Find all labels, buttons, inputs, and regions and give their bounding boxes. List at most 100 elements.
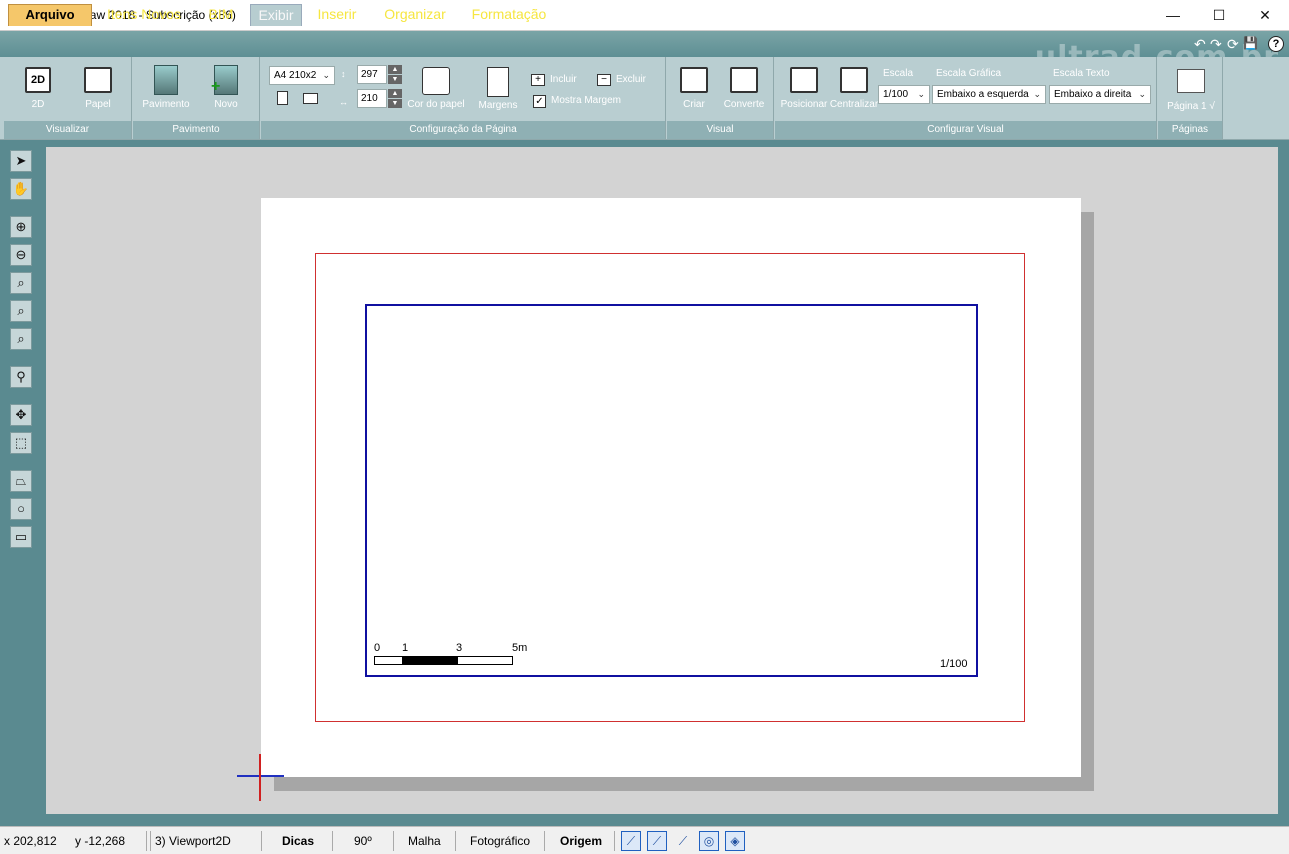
zoom-page-icon[interactable]: ⌕ — [10, 328, 32, 350]
margens-label: Margens — [478, 100, 518, 111]
maximize-button[interactable]: ☐ — [1196, 0, 1242, 31]
landscape-icon[interactable] — [303, 93, 318, 104]
scale-tick-3: 3 — [456, 642, 463, 654]
paper-size-select[interactable]: A4 210x2 ⌄ — [269, 66, 335, 85]
angle-toggle[interactable]: 90º — [354, 834, 372, 848]
excluir-button[interactable]: Excluir — [616, 74, 646, 85]
scale-bar-fill — [402, 657, 458, 664]
tab-formatacao[interactable]: Formatação — [466, 4, 552, 26]
save-icon[interactable]: 💾 — [1243, 36, 1258, 50]
chevron-down-icon: ⌄ — [322, 70, 330, 80]
height-down-button[interactable]: ▼ — [388, 75, 402, 84]
view-2d-button[interactable]: 2D 2D — [18, 67, 58, 110]
move-icon[interactable]: ✥ — [10, 404, 32, 426]
tab-organizar[interactable]: Organizar — [376, 4, 454, 26]
width-down-button[interactable]: ▼ — [388, 99, 402, 108]
tab-inserir[interactable]: Inserir — [310, 4, 364, 26]
position-icon — [790, 67, 818, 93]
zoom-in-icon[interactable]: ⊕ — [10, 216, 32, 238]
snap-center-icon[interactable]: ◎ — [699, 831, 719, 851]
pan-hand-icon[interactable]: ✋ — [10, 178, 32, 200]
criar-label: Criar — [683, 99, 705, 110]
status-divider — [393, 831, 394, 851]
posicionar-button[interactable]: Posicionar — [779, 67, 829, 110]
centralizar-button[interactable]: Centralizar — [829, 67, 879, 110]
help-icon[interactable]: ? — [1268, 36, 1284, 52]
pagina-button[interactable]: Página 1 √ — [1162, 69, 1220, 112]
tab-arquivo[interactable]: Arquivo — [8, 4, 92, 26]
minimize-button[interactable]: — — [1150, 0, 1196, 31]
centralizar-label: Centralizar — [829, 99, 879, 110]
redo-icon[interactable]: ↷ — [1210, 36, 1222, 53]
create-viewport-icon — [680, 67, 708, 93]
refresh-icon[interactable]: ⟳ — [1227, 36, 1239, 53]
margens-button[interactable]: Margens — [475, 67, 521, 111]
escala-texto-value: Embaixo a direita — [1054, 89, 1132, 100]
view-paper-button[interactable]: Papel — [78, 67, 118, 110]
status-x-coord: x 202,812 — [4, 834, 57, 848]
status-divider — [544, 831, 545, 851]
portrait-icon[interactable] — [277, 91, 288, 105]
status-bar: x 202,812 y -12,268 3) Viewport2D Dicas … — [0, 826, 1289, 854]
status-viewport[interactable]: 3) Viewport2D — [155, 834, 231, 848]
viewport-frame[interactable] — [365, 304, 978, 677]
select-area-icon[interactable]: ⬚ — [10, 432, 32, 454]
tab-exibir[interactable]: Exibir — [250, 4, 302, 26]
criar-button[interactable]: Criar — [673, 67, 715, 110]
snap-perpendicular-icon[interactable]: ⟋ — [673, 831, 693, 851]
add-page-icon[interactable]: + — [531, 74, 545, 86]
2d-icon: 2D — [25, 67, 51, 93]
escala-texto-select[interactable]: Embaixo a direita ⌄ — [1049, 85, 1151, 104]
cor-papel-button[interactable]: Cor do papel — [405, 67, 467, 110]
ribbon: 2D 2D Papel Visualizar Pavimento + Novo … — [0, 57, 1289, 140]
status-divider — [146, 831, 147, 851]
dicas-toggle[interactable]: Dicas — [282, 834, 314, 848]
center-icon — [840, 67, 868, 93]
status-divider — [455, 831, 456, 851]
close-button[interactable]: ✕ — [1242, 0, 1288, 31]
snap-quadrant-icon[interactable]: ◈ — [725, 831, 745, 851]
novo-pavimento-button[interactable]: + Novo — [205, 65, 247, 110]
group-label-pavimento: Pavimento — [133, 121, 259, 139]
circle-icon[interactable]: ○ — [10, 498, 32, 520]
escala-grafica-select[interactable]: Embaixo a esquerda ⌄ — [932, 85, 1046, 104]
scale-bar-tick — [457, 657, 458, 664]
scale-tick-5m: 5m — [512, 642, 528, 654]
pavimento-label: Pavimento — [142, 99, 190, 110]
undo-icon[interactable]: ↶ — [1194, 36, 1206, 53]
malha-toggle[interactable]: Malha — [408, 834, 441, 848]
status-divider — [150, 831, 151, 851]
zoom-out-icon[interactable]: ⊖ — [10, 244, 32, 266]
select-arrow-icon[interactable]: ➤ — [10, 150, 32, 172]
cor-papel-label: Cor do papel — [407, 99, 465, 110]
measure-icon[interactable]: ⚲ — [10, 366, 32, 388]
group-label-configurar-visual: Configurar Visual — [775, 121, 1156, 139]
zoom-window-icon[interactable]: ⌕ — [10, 272, 32, 294]
pavimento-button[interactable]: Pavimento — [141, 65, 191, 110]
status-divider — [332, 831, 333, 851]
origem-toggle[interactable]: Origem — [560, 834, 602, 848]
zoom-extents-icon[interactable]: ⌕ — [10, 300, 32, 322]
tab-bim[interactable]: BIM — [200, 4, 242, 26]
converte-button[interactable]: Converte — [721, 67, 767, 110]
remove-page-icon[interactable]: − — [597, 74, 611, 86]
height-input[interactable]: 297 — [357, 65, 387, 84]
height-up-button[interactable]: ▲ — [388, 65, 402, 74]
rectangle-icon[interactable]: ▭ — [10, 526, 32, 548]
pagina-label: Página 1 √ — [1167, 101, 1215, 112]
incluir-button[interactable]: Incluir — [550, 74, 577, 85]
polygon-icon[interactable]: ⏢ — [10, 470, 32, 492]
group-label-visual: Visual — [667, 121, 773, 139]
novo-label: Novo — [214, 99, 238, 110]
width-input[interactable]: 210 — [357, 89, 387, 108]
snap-line-icon[interactable]: ⟋ — [621, 831, 641, 851]
group-config-pagina: A4 210x2 ⌄ ↕ 297 ▲ ▼ ↔ 210 ▲ ▼ Cor do pap… — [261, 57, 666, 139]
view-paper-label: Papel — [85, 99, 111, 110]
width-up-button[interactable]: ▲ — [388, 89, 402, 98]
group-pavimento: Pavimento + Novo Pavimento — [133, 57, 260, 139]
tab-itens-novos[interactable]: Itens Novos — [100, 4, 188, 26]
fotografico-toggle[interactable]: Fotográfico — [470, 834, 530, 848]
mostra-margem-checkbox[interactable]: ✓ — [533, 95, 546, 108]
escala-select[interactable]: 1/100 ⌄ — [878, 85, 930, 104]
snap-midpoint-icon[interactable]: ⟋ — [647, 831, 667, 851]
